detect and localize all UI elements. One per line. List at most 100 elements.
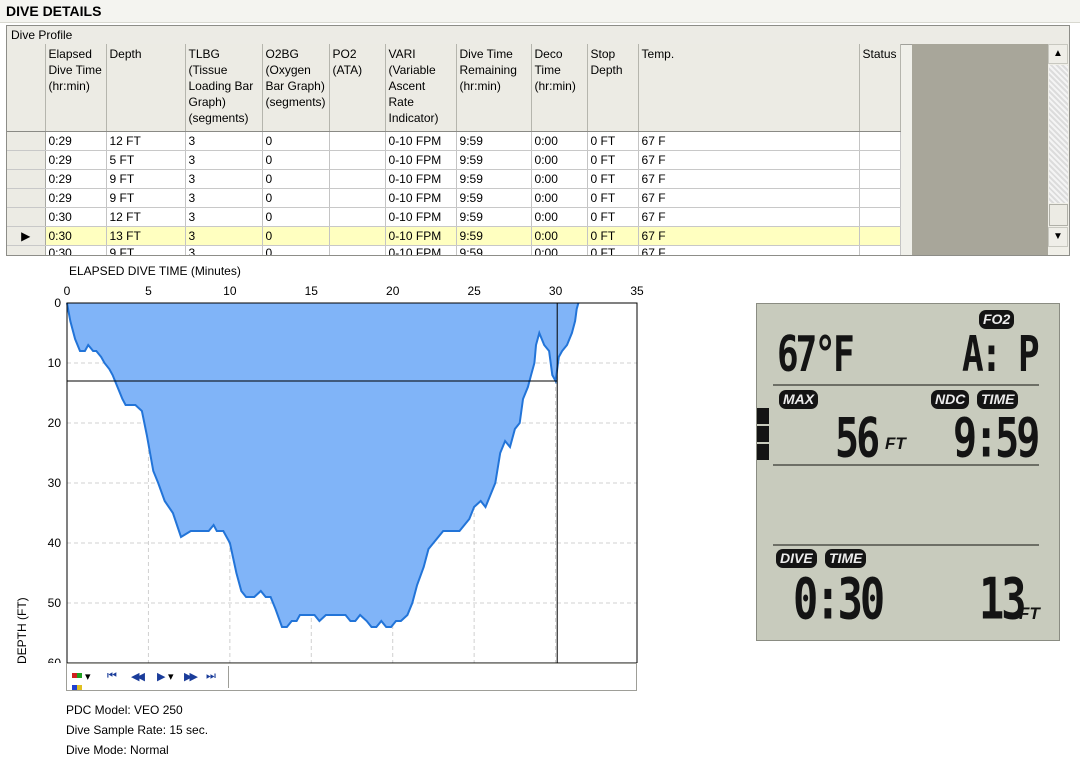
table-row[interactable]: 0:30 9 FT 3 0 0-10 FPM 9:59 0:00 0 FT 67 F	[7, 245, 901, 255]
cell-depth[interactable]: 9 FT	[106, 169, 186, 189]
cell-po2[interactable]	[329, 169, 386, 189]
cell-elapsed-time[interactable]: 0:29	[45, 131, 107, 151]
column-header-temp[interactable]: Temp.	[638, 44, 860, 132]
cell-stop-depth[interactable]: 0 FT	[587, 131, 639, 151]
cell-temp[interactable]: 67 F	[638, 207, 860, 227]
cell-vari[interactable]: 0-10 FPM	[385, 207, 457, 227]
table-row[interactable]: 0:29 9 FT 3 0 0-10 FPM 9:59 0:00 0 FT 67 F	[7, 169, 901, 189]
cell-elapsed-time[interactable]: 0:29	[45, 188, 107, 208]
cell-po2[interactable]	[329, 188, 386, 208]
cell-stop-depth[interactable]: 0 FT	[587, 207, 639, 227]
cell-time-remaining[interactable]: 9:59	[456, 226, 532, 246]
cell-o2bg[interactable]: 0	[262, 150, 330, 170]
cell-deco-time[interactable]: 0:00	[531, 169, 588, 189]
previous-sample-button[interactable]: ◀◀	[131, 670, 145, 683]
table-row[interactable]: ▶ 0:30 13 FT 3 0 0-10 FPM 9:59 0:00 0 FT 67 F	[7, 226, 901, 246]
cell-o2bg[interactable]: 0	[262, 245, 330, 255]
column-header-deco-time[interactable]: Deco Time (hr:min)	[531, 44, 588, 132]
cell-stop-depth[interactable]: 0 FT	[587, 150, 639, 170]
cell-deco-time[interactable]: 0:00	[531, 188, 588, 208]
cell-po2[interactable]	[329, 226, 386, 246]
cell-elapsed-time[interactable]: 0:29	[45, 169, 107, 189]
cell-status[interactable]	[859, 188, 901, 208]
cell-vari[interactable]: 0-10 FPM	[385, 150, 457, 170]
column-header-vari[interactable]: VARI (Variable Ascent Rate Indicator)	[385, 44, 457, 132]
column-header-time-remaining[interactable]: Dive Time Remaining (hr:min)	[456, 44, 532, 132]
row-selector[interactable]	[7, 150, 46, 170]
cell-status[interactable]	[859, 207, 901, 227]
cell-stop-depth[interactable]: 0 FT	[587, 245, 639, 255]
cell-depth[interactable]: 13 FT	[106, 226, 186, 246]
cell-po2[interactable]	[329, 207, 386, 227]
cell-status[interactable]	[859, 150, 901, 170]
cell-depth[interactable]: 9 FT	[106, 245, 186, 255]
cell-tlbg[interactable]: 3	[185, 131, 263, 151]
row-selector[interactable]	[7, 131, 46, 151]
scroll-down-button[interactable]: ▼	[1048, 227, 1068, 247]
cell-elapsed-time[interactable]: 0:30	[45, 226, 107, 246]
column-header-depth[interactable]: Depth	[106, 44, 186, 132]
table-row[interactable]: 0:29 9 FT 3 0 0-10 FPM 9:59 0:00 0 FT 67 F	[7, 188, 901, 208]
cell-vari[interactable]: 0-10 FPM	[385, 131, 457, 151]
scroll-track[interactable]	[1049, 65, 1068, 203]
cell-vari[interactable]: 0-10 FPM	[385, 188, 457, 208]
color-grid-icon[interactable]	[72, 669, 82, 693]
cell-time-remaining[interactable]: 9:59	[456, 169, 532, 189]
table-row[interactable]: 0:29 12 FT 3 0 0-10 FPM 9:59 0:00 0 FT 67 F	[7, 131, 901, 151]
cell-time-remaining[interactable]: 9:59	[456, 131, 532, 151]
column-header-status[interactable]: Status	[859, 44, 901, 132]
cell-o2bg[interactable]: 0	[262, 207, 330, 227]
cell-temp[interactable]: 67 F	[638, 150, 860, 170]
cell-deco-time[interactable]: 0:00	[531, 131, 588, 151]
cell-o2bg[interactable]: 0	[262, 131, 330, 151]
cell-status[interactable]	[859, 169, 901, 189]
next-sample-button[interactable]: ▶▶	[184, 670, 198, 683]
grid-vertical-scrollbar[interactable]: ▲ ▼	[1048, 44, 1069, 255]
cell-deco-time[interactable]: 0:00	[531, 226, 588, 246]
cell-depth[interactable]: 9 FT	[106, 188, 186, 208]
cell-tlbg[interactable]: 3	[185, 226, 263, 246]
cell-depth[interactable]: 5 FT	[106, 150, 186, 170]
cell-stop-depth[interactable]: 0 FT	[587, 226, 639, 246]
play-options-dropdown-icon[interactable]: ▾	[168, 670, 174, 683]
cell-elapsed-time[interactable]: 0:30	[45, 207, 107, 227]
row-selector[interactable]	[7, 188, 46, 208]
cell-elapsed-time[interactable]: 0:29	[45, 150, 107, 170]
play-button[interactable]: ▶	[157, 670, 165, 683]
cell-time-remaining[interactable]: 9:59	[456, 245, 532, 255]
cell-time-remaining[interactable]: 9:59	[456, 188, 532, 208]
cell-deco-time[interactable]: 0:00	[531, 245, 588, 255]
scroll-up-button[interactable]: ▲	[1048, 44, 1068, 64]
first-sample-button[interactable]: ⏮	[107, 670, 117, 683]
cell-po2[interactable]	[329, 150, 386, 170]
cell-deco-time[interactable]: 0:00	[531, 150, 588, 170]
cell-tlbg[interactable]: 3	[185, 245, 263, 255]
cell-tlbg[interactable]: 3	[185, 169, 263, 189]
row-selector[interactable]: ▶	[7, 226, 46, 246]
column-header-elapsed-time[interactable]: Elapsed Dive Time (hr:min)	[45, 44, 107, 132]
cell-status[interactable]	[859, 226, 901, 246]
cell-vari[interactable]: 0-10 FPM	[385, 169, 457, 189]
cell-status[interactable]	[859, 245, 901, 255]
scroll-thumb[interactable]	[1049, 204, 1068, 226]
cell-temp[interactable]: 67 F	[638, 131, 860, 151]
row-selector[interactable]	[7, 245, 46, 255]
table-row[interactable]: 0:29 5 FT 3 0 0-10 FPM 9:59 0:00 0 FT 67 F	[7, 150, 901, 170]
cell-tlbg[interactable]: 3	[185, 207, 263, 227]
table-row[interactable]: 0:30 12 FT 3 0 0-10 FPM 9:59 0:00 0 FT 67 F	[7, 207, 901, 227]
cell-vari[interactable]: 0-10 FPM	[385, 226, 457, 246]
column-header-po2[interactable]: PO2 (ATA)	[329, 44, 386, 132]
cell-stop-depth[interactable]: 0 FT	[587, 169, 639, 189]
last-sample-button[interactable]: ⏭	[206, 670, 216, 683]
cell-stop-depth[interactable]: 0 FT	[587, 188, 639, 208]
column-header-stop-depth[interactable]: Stop Depth	[587, 44, 639, 132]
cell-vari[interactable]: 0-10 FPM	[385, 245, 457, 255]
cell-po2[interactable]	[329, 131, 386, 151]
cell-o2bg[interactable]: 0	[262, 188, 330, 208]
cell-depth[interactable]: 12 FT	[106, 131, 186, 151]
chart-menu-dropdown-icon[interactable]: ▾	[85, 670, 91, 683]
column-header-tlbg[interactable]: TLBG (Tissue Loading Bar Graph) (segment…	[185, 44, 263, 132]
cell-o2bg[interactable]: 0	[262, 169, 330, 189]
cell-o2bg[interactable]: 0	[262, 226, 330, 246]
cell-time-remaining[interactable]: 9:59	[456, 150, 532, 170]
